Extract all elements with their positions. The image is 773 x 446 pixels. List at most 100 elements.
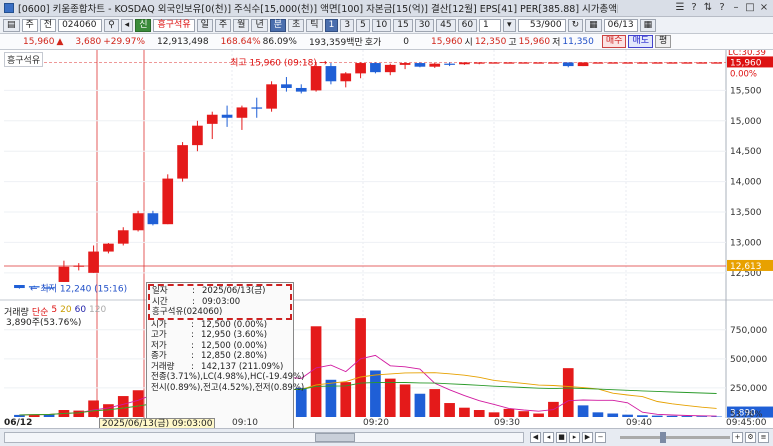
avg-button[interactable]: 평 xyxy=(655,35,672,48)
search-icon[interactable]: ⚲ xyxy=(104,18,119,32)
candle-body xyxy=(414,63,426,67)
volume-bar xyxy=(459,407,470,417)
tt-date-val: 2025/06/13(금) xyxy=(202,286,266,296)
app-icon xyxy=(4,3,14,13)
chart-svg[interactable]: 12,50013,00013,50014,00014,50015,00015,5… xyxy=(0,50,773,428)
chart-scrollbar[interactable] xyxy=(4,432,524,443)
zoom-in-icon[interactable]: + xyxy=(732,432,743,443)
candle-body xyxy=(562,62,574,67)
volume-bar xyxy=(488,412,500,417)
interval-1[interactable]: 1 xyxy=(324,18,339,32)
tt-time-key: 시간 xyxy=(152,296,168,307)
period-year[interactable]: 년 xyxy=(251,18,268,32)
scroll-thumb[interactable] xyxy=(315,433,355,442)
volume-bar xyxy=(88,400,99,417)
volume-bar xyxy=(607,413,619,417)
prev-page-icon[interactable]: ◂ xyxy=(543,432,554,443)
candle-body xyxy=(429,63,441,67)
count-field[interactable]: 53/900 xyxy=(517,18,566,32)
buy-button[interactable]: 매수 xyxy=(601,35,627,48)
period-second[interactable]: 초 xyxy=(288,18,305,32)
candle-body xyxy=(651,62,663,64)
bottom-bar: ◀ ◂ ■ ▸ ▶ − + ⚙ ≡ xyxy=(0,428,773,446)
sell-button[interactable]: 매도 xyxy=(628,35,653,48)
period-month[interactable]: 월 xyxy=(233,18,250,32)
low-annotation: ← 최저 12,240 (15:16) xyxy=(30,284,127,295)
range-select[interactable]: 전 xyxy=(39,18,57,32)
candle-body xyxy=(206,114,218,124)
candle-body xyxy=(607,62,619,64)
menu-icon[interactable]: ☰ xyxy=(675,2,685,13)
interval-15[interactable]: 15 xyxy=(393,18,413,32)
period-tick[interactable]: 틱 xyxy=(306,18,323,32)
x-time-0940: 09:40 xyxy=(626,418,652,428)
zoom-out-icon[interactable]: − xyxy=(595,432,606,443)
maximize-button[interactable]: □ xyxy=(745,2,755,13)
tt-date-key: 일자 xyxy=(152,286,168,296)
stop-icon[interactable]: ■ xyxy=(556,432,567,443)
candle-body xyxy=(192,125,203,146)
high-label: 고 xyxy=(508,38,517,48)
prev-icon[interactable]: ◂ xyxy=(120,18,134,32)
last-pct-label: 0.00% xyxy=(730,69,757,79)
quote-bar: 15,960 ▲ 3,680 +29.97% 12,913,498 168.64… xyxy=(0,34,773,50)
candle-body xyxy=(221,114,233,118)
price-tick-label: 15,500 xyxy=(730,86,762,96)
volume-bar xyxy=(473,410,485,417)
date-field[interactable]: 06/13 xyxy=(603,18,638,32)
zoom-slider[interactable] xyxy=(620,436,730,439)
candle-body xyxy=(266,84,277,109)
volume-rate: 168.64% xyxy=(220,36,261,47)
last-icon[interactable]: ▶ xyxy=(582,432,593,443)
candle-body xyxy=(666,62,678,64)
period-week[interactable]: 주 xyxy=(214,18,232,32)
help-icon[interactable]: ? xyxy=(689,2,699,13)
volume-bar xyxy=(503,408,515,417)
type-select[interactable]: 주 xyxy=(21,18,38,32)
x-time-0930: 09:30 xyxy=(494,418,520,428)
x-time-end: 09:45:00 xyxy=(726,418,767,428)
grid-icon[interactable]: ▦ xyxy=(639,18,657,32)
ref-price-flag: 12,613 xyxy=(730,262,762,272)
tt-close-key: 종가 xyxy=(151,351,167,361)
code-input[interactable]: 024060 xyxy=(58,18,103,32)
legend-ma120[interactable]: 120 xyxy=(89,305,106,318)
candle-body xyxy=(592,62,604,64)
candle-body xyxy=(444,63,455,65)
interval-30[interactable]: 30 xyxy=(414,18,435,32)
info-icon[interactable]: ? xyxy=(717,2,727,13)
chart-area[interactable]: 12,500 13,000 13,500 14,000 14,500 15,000 15,5… xyxy=(0,50,773,428)
candle-body xyxy=(459,62,470,65)
volume-bar xyxy=(696,416,708,417)
period-day[interactable]: 일 xyxy=(196,18,213,32)
link-icon[interactable]: ⇅ xyxy=(703,2,713,13)
period-minute[interactable]: 분 xyxy=(269,18,287,32)
interval-3[interactable]: 3 xyxy=(340,18,355,32)
high-annotation: 최고 15,960 (09:18) → xyxy=(230,57,328,68)
zoom-thumb[interactable] xyxy=(660,432,666,443)
hoga-value: 0 xyxy=(403,36,410,47)
interval-10[interactable]: 10 xyxy=(371,18,392,32)
minimize-button[interactable]: – xyxy=(731,2,741,13)
interval-60[interactable]: 60 xyxy=(457,18,478,32)
interval-5[interactable]: 5 xyxy=(356,18,370,32)
tt-open-val: 12,500 (0.00%) xyxy=(201,319,268,330)
calendar-icon[interactable]: ▦ xyxy=(585,18,602,32)
candle-body xyxy=(533,62,544,64)
next-page-icon[interactable]: ▸ xyxy=(569,432,580,443)
volume-bar xyxy=(562,368,574,417)
settings-icon[interactable]: ⚙ xyxy=(745,432,756,443)
close-button[interactable]: × xyxy=(759,2,769,13)
new-label[interactable]: 신 xyxy=(135,18,152,32)
x-time-0920: 09:20 xyxy=(363,418,389,428)
chevron-down-icon[interactable]: ▾ xyxy=(503,18,516,32)
refresh-icon[interactable]: ↻ xyxy=(567,18,584,32)
current-price: 15,960 xyxy=(23,36,55,47)
interval-select[interactable]: 1 xyxy=(479,18,502,32)
candle-body xyxy=(548,62,559,64)
interval-45[interactable]: 45 xyxy=(436,18,456,32)
list-icon[interactable]: ≡ xyxy=(758,432,769,443)
first-icon[interactable]: ◀ xyxy=(530,432,541,443)
layout-icon[interactable]: ▤ xyxy=(3,18,20,32)
volume-bar xyxy=(681,416,693,417)
